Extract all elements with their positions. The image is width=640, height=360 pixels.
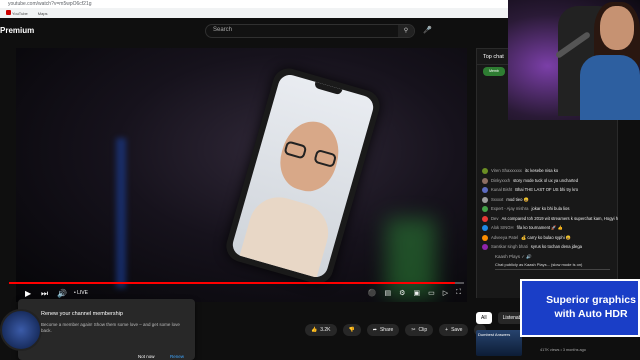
renew-button[interactable]: Renew xyxy=(170,354,184,359)
bookmark-maps[interactable]: Maps xyxy=(38,11,48,16)
popup-title: Renew your channel membership xyxy=(41,311,123,317)
autoplay-toggle-icon[interactable]: ⚫ xyxy=(368,289,377,297)
save-button[interactable]: + Save xyxy=(439,324,469,336)
chat-message[interactable]: Kunal Bisht Bhai THE LAST OF US bhi try k… xyxy=(477,185,619,195)
search-input[interactable]: Search ⚲ xyxy=(205,24,415,38)
chat-username: Kaash Plays ✓ 🔊 xyxy=(495,254,532,259)
pinned-member-badge[interactable]: Memb xyxy=(483,67,505,76)
streamer-face xyxy=(600,6,634,50)
chat-text: As compared toh 2019 wit streamers k sup… xyxy=(501,215,619,221)
phone-notch xyxy=(313,81,343,96)
chat-avatar xyxy=(482,215,488,222)
chat-message[interactable]: Sxxxxt mod tieo 😄 xyxy=(477,195,619,205)
chat-text: syrus ko tochan dena jdega xyxy=(530,244,582,249)
live-indicator[interactable]: • LIVE xyxy=(74,290,88,296)
thumbs-down-icon: 👎 xyxy=(348,327,355,333)
chat-message[interactable]: Alok SINGH fifa ko tournament 🚀 👍 xyxy=(477,223,619,233)
ad-banner: Superior graphics with Auto HDR xyxy=(520,279,640,337)
chat-author[interactable]: Sxxxxt xyxy=(491,197,503,202)
bookmarks-bar: YouTube Maps xyxy=(0,8,512,18)
progress-bar[interactable] xyxy=(9,282,464,284)
chat-message[interactable]: Dinkyxxxh story mode tuck ol ux ya unchar… xyxy=(477,176,619,186)
streamer-webcam-overlay xyxy=(508,0,640,120)
chat-text: jokar ko bhi bula lios xyxy=(531,206,570,211)
clip-button[interactable]: ✂ Clip xyxy=(405,324,434,336)
chat-message[interactable]: Dev As compared toh 2019 wit streamers k … xyxy=(477,214,619,224)
chat-message[interactable]: Adveeya Patel 💰 carry ko bulao syphi 😄 xyxy=(477,233,619,243)
cast-icon[interactable]: ▷ xyxy=(443,289,448,297)
chat-message[interactable]: Expert - Ajay mishra jokar ko bhi bula li… xyxy=(477,204,619,214)
chat-author[interactable]: Dinkyxxxh xyxy=(491,178,510,183)
chat-avatar xyxy=(482,225,488,231)
streamer-body xyxy=(580,55,640,120)
chat-text: 💰 carry ko bulao syphi 😄 xyxy=(521,234,572,240)
theater-icon[interactable]: ▭ xyxy=(428,289,435,297)
recommended-video-thumbnail[interactable]: Dumbest Answers xyxy=(476,330,522,356)
chat-author[interactable]: Alok SINGH xyxy=(491,225,514,230)
share-icon: ➦ xyxy=(372,327,377,333)
chat-message-list: Viren Shaxxxxxx itc kesebe nisa ko Dinkyxx… xyxy=(477,166,619,261)
chat-text: fifa ko tournament 🚀 👍 xyxy=(516,225,563,230)
chat-message[interactable]: Viren Shaxxxxxx itc kesebe nisa ko xyxy=(477,166,619,176)
chat-text: itc kesebe nisa ko xyxy=(524,168,559,173)
not-now-button[interactable]: Not now xyxy=(138,354,155,359)
youtube-icon xyxy=(6,10,11,15)
next-icon[interactable]: ⏭ xyxy=(41,289,48,299)
chat-avatar xyxy=(482,168,488,174)
chat-author[interactable]: Adveeya Patel xyxy=(491,235,518,240)
chat-avatar xyxy=(482,196,488,203)
like-button[interactable]: 👍 3.2K xyxy=(305,324,337,336)
phone-screen xyxy=(229,72,377,280)
progress-fill xyxy=(9,282,455,284)
browser-address-bar[interactable]: youtube.com/watch?v=m5wpO6cf21g xyxy=(0,0,512,8)
volume-icon[interactable]: 🔊 xyxy=(57,289,67,298)
chat-author[interactable]: Dev xyxy=(491,216,498,221)
chat-text: Bhai THE LAST OF US bhi try kro xyxy=(515,187,579,192)
fullscreen-icon[interactable]: ⛶ xyxy=(456,289,461,297)
play-icon[interactable]: ▶ xyxy=(25,289,31,298)
video-actions: 👍 3.2K 👎 ➦ Share ✂ Clip + Save ... xyxy=(305,324,487,336)
chat-avatar xyxy=(482,206,488,212)
chat-author[interactable]: Expert - Ajay mishra xyxy=(491,206,528,211)
chat-avatar xyxy=(482,234,488,241)
save-icon: + xyxy=(445,327,449,333)
chat-author[interactable]: Kunal Bisht xyxy=(491,187,512,192)
share-button[interactable]: ➦ Share xyxy=(366,324,400,336)
chat-input[interactable]: Chat publicly as Kaash Plays... (slow mo… xyxy=(495,262,610,270)
settings-icon[interactable]: ⚙ xyxy=(399,289,405,297)
chat-avatar xyxy=(482,177,488,184)
video-player[interactable] xyxy=(16,48,467,302)
player-settings-group: ⚫ ▤ ⚙ ▣ ▭ ▷ ⛶ xyxy=(368,289,461,297)
youtube-logo[interactable]: Premium xyxy=(0,26,34,35)
like-count: 3.2K xyxy=(320,327,331,333)
chat-avatar xyxy=(482,187,488,193)
chat-author[interactable]: Sanskar singh bhati xyxy=(491,244,528,249)
chat-author[interactable]: Viren Shaxxxxxx xyxy=(491,168,522,173)
dislike-button[interactable]: 👎 xyxy=(342,324,361,336)
recommended-meta: 417K views • 3 months ago xyxy=(540,348,586,352)
recommended-title: Dumbest Answers xyxy=(478,332,511,337)
membership-popup: Renew your channel membership Become a m… xyxy=(0,299,195,360)
search-placeholder: Search xyxy=(213,27,233,33)
popup-body: Become a member again! Show them some lo… xyxy=(41,322,180,333)
youtube-header: Premium Search ⚲ 🎤 xyxy=(0,18,512,45)
chat-text: mod tieo 😄 xyxy=(506,196,529,202)
background-light xyxy=(116,138,126,288)
phone-image xyxy=(222,64,384,288)
microphone-icon[interactable]: 🎤 xyxy=(423,26,433,36)
scissors-icon: ✂ xyxy=(411,327,416,333)
bookmark-youtube[interactable]: YouTube xyxy=(6,10,28,16)
chat-text: story mode tuck ol ux ya uncharted xyxy=(513,177,579,183)
thumbs-up-icon: 👍 xyxy=(311,327,318,333)
miniplayer-icon[interactable]: ▣ xyxy=(413,289,420,297)
tab-all[interactable]: All xyxy=(476,312,492,324)
channel-avatar xyxy=(0,309,42,351)
banner-text: Superior graphics with Auto HDR xyxy=(546,294,636,320)
url-text[interactable]: youtube.com/watch?v=m5wpO6cf21g xyxy=(8,0,92,8)
search-icon[interactable]: ⚲ xyxy=(398,25,414,37)
subtitles-icon[interactable]: ▤ xyxy=(385,289,392,297)
person-shirt xyxy=(236,190,336,280)
